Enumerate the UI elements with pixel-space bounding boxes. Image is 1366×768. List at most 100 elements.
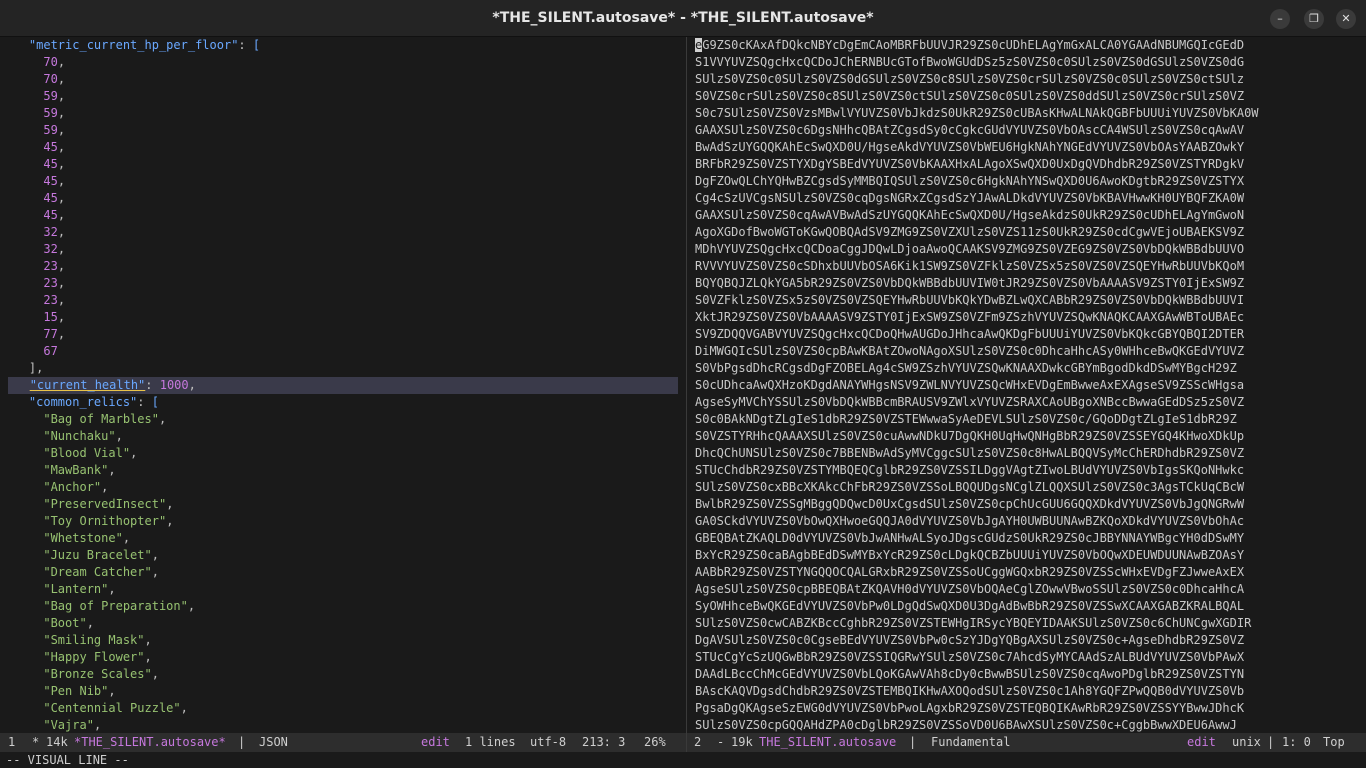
raw-line[interactable]: S0c0BAkNDgtZLgIeS1dbR29ZS0VZSTEWwwaSyAeD… (695, 411, 1366, 428)
raw-line[interactable]: S1VVYUVZSQgcHxcQCDoJChERNBUcGTofBwoWGUdD… (695, 54, 1366, 71)
raw-text: DiMWGQIcSUlzS0VZS0cpBAwKBAtZOwoNAgoXSUlz… (695, 344, 1245, 358)
json-punctuation: , (57, 327, 66, 341)
json-bracket: [ (252, 38, 261, 52)
json-line[interactable]: "Blood Vial", (0, 445, 686, 462)
raw-line[interactable]: AgseSUlzS0VZS0cpBBEQBAtZKQAVH0dVYUVZS0Vb… (695, 581, 1366, 598)
json-line[interactable]: 23, (0, 292, 686, 309)
json-editor-pane[interactable]: "metric_current_hp_per_floor": [ 70, 70,… (0, 37, 686, 733)
json-line[interactable]: 70, (0, 71, 686, 88)
json-line[interactable]: 32, (0, 224, 686, 241)
json-line[interactable]: ], (0, 360, 686, 377)
json-line[interactable]: "Dream Catcher", (0, 564, 686, 581)
json-line[interactable]: "MawBank", (0, 462, 686, 479)
raw-line[interactable]: PgsaDgQKAgseSzEWG0dVYUVZS0VbPwoLAgxbR29Z… (695, 700, 1366, 717)
raw-line[interactable]: DAAdLBccChMcGEdVYUVZS0VbLQoKGAwVAh8cDy0c… (695, 666, 1366, 683)
raw-line[interactable]: MDhVYUVZSQgcHxcQCDoaCggJDQwLDjoaAwoQCAAK… (695, 241, 1366, 258)
raw-line[interactable]: GA0SCkdVYUVZS0VbOwQXHwoeGQQJA0dVYUVZS0Vb… (695, 513, 1366, 530)
raw-line[interactable]: DhcQChUNSUlzS0VZS0c7BBENBwAdSyMVCggcSUlz… (695, 445, 1366, 462)
buffer-name[interactable]: THE_SILENT.autosave (759, 733, 896, 752)
close-button[interactable]: ✕ (1336, 9, 1356, 29)
raw-line[interactable]: SUlzS0VZS0cpGQQAHdZPA0cDglbR29ZS0VZSSoVD… (695, 717, 1366, 733)
raw-line[interactable]: SV9ZDQQVGABVYUVZSQgcHxcQCDoQHwAUGDoJHhca… (695, 326, 1366, 343)
raw-line[interactable]: BwAdSzUYGQQKAhEcSwQXD0U/HgseAkdVYUVZS0Vb… (695, 139, 1366, 156)
json-line[interactable]: "common_relics": [ (0, 394, 686, 411)
json-line[interactable]: 15, (0, 309, 686, 326)
json-line[interactable]: "Happy Flower", (0, 649, 686, 666)
raw-line[interactable]: AgoXGDofBwoWGToKGwQOBQAdSV9ZMG9ZS0VZXUlz… (695, 224, 1366, 241)
raw-line[interactable]: SyOWHhceBwQKGEdVYUVZS0VbPw0LDgQdSwQXD0U3… (695, 598, 1366, 615)
raw-line[interactable]: STUcCgYcSzUQGwBbR29ZS0VZSSIQGRwYSUlzS0VZ… (695, 649, 1366, 666)
raw-line[interactable]: S0c7SUlzS0VZS0VzsMBwlVYUVZS0VbJkdzS0UkR2… (695, 105, 1366, 122)
raw-line[interactable]: STUcChdbR29ZS0VZSTYMBQEQCglbR29ZS0VZSSIL… (695, 462, 1366, 479)
json-line[interactable]: 45, (0, 139, 686, 156)
raw-text: S0VbPgsdDhcRCgsdDgFZOBELAg4cSW9ZSzhVYUVZ… (695, 361, 1237, 375)
json-line[interactable]: "Bag of Preparation", (0, 598, 686, 615)
raw-line[interactable]: S0cUDhcaAwQXHzoKDgdANAYWHgsNSV9ZWLNVYUVZ… (695, 377, 1366, 394)
json-line[interactable]: 59, (0, 105, 686, 122)
raw-line[interactable]: BAscKAQVDgsdChdbR29ZS0VZSTEMBQIKHwAXOQod… (695, 683, 1366, 700)
json-line[interactable]: "Lantern", (0, 581, 686, 598)
json-line[interactable]: 77, (0, 326, 686, 343)
buffer-name[interactable]: *THE_SILENT.autosave* (74, 733, 226, 752)
raw-line[interactable]: AgseSyMVChYSSUlzS0VbDQkWBBcmBRAUSV9ZWlxV… (695, 394, 1366, 411)
raw-line[interactable]: AABbR29ZS0VZSTYNGQQOCQALGRxbR29ZS0VZSSoU… (695, 564, 1366, 581)
maximize-button[interactable]: ❐ (1304, 9, 1324, 29)
raw-line[interactable]: S0VbPgsdDhcRCgsdDgFZOBELAg4cSW9ZSzhVYUVZ… (695, 360, 1366, 377)
json-line[interactable]: 67 (0, 343, 686, 360)
json-line[interactable]: "Smiling Mask", (0, 632, 686, 649)
json-line[interactable]: "Centennial Puzzle", (0, 700, 686, 717)
raw-line[interactable]: DgFZOwQLChYQHwBZCgsdSyMMBQIQSUlzS0VZS0c6… (695, 173, 1366, 190)
json-line[interactable]: 32, (0, 241, 686, 258)
json-line[interactable]: "Vajra", (0, 717, 686, 733)
raw-line[interactable]: XktJR29ZS0VZS0VbAAAASV9ZSTY0IjExSW9ZS0VZ… (695, 309, 1366, 326)
json-line[interactable]: 59, (0, 88, 686, 105)
major-mode[interactable]: Fundamental (931, 733, 1010, 752)
raw-line[interactable]: GBEQBAtZKAQLD0dVYUVZS0VbJwANHwALSyoJDgsc… (695, 530, 1366, 547)
raw-line[interactable]: S0VZFklzS0VZSx5zS0VZS0VZSQEYHwRbUUVbKQkY… (695, 292, 1366, 309)
encoding[interactable]: utf-8 (530, 733, 566, 752)
json-line[interactable]: 45, (0, 156, 686, 173)
json-line[interactable]: "Toy Ornithopter", (0, 513, 686, 530)
json-line[interactable]: "PreservedInsect", (0, 496, 686, 513)
json-line[interactable]: 23, (0, 275, 686, 292)
json-line[interactable]: 45, (0, 190, 686, 207)
raw-line[interactable]: SUlzS0VZS0c0SUlzS0VZS0dGSUlzS0VZS0c8SUlz… (695, 71, 1366, 88)
raw-line[interactable]: S0VZSTYRHhcQAAAXSUlzS0VZS0cuAwwNDkU7DgQK… (695, 428, 1366, 445)
raw-line[interactable]: S0VZS0crSUlzS0VZS0c8SUlzS0VZS0ctSUlzS0VZ… (695, 88, 1366, 105)
raw-text: DgFZOwQLChYQHwBZCgsdSyMMBQIQSUlzS0VZS0c6… (695, 174, 1245, 188)
raw-line[interactable]: BxYcR29ZS0caBAgbBEdDSwMYBxYcR29ZS0cLDgkQ… (695, 547, 1366, 564)
json-line[interactable]: 45, (0, 173, 686, 190)
json-line[interactable]: "metric_current_hp_per_floor": [ (0, 37, 686, 54)
json-line[interactable]: "Nunchaku", (0, 428, 686, 445)
json-line[interactable]: "Bag of Marbles", (0, 411, 686, 428)
json-line[interactable]: "Bronze Scales", (0, 666, 686, 683)
raw-text: S0c7SUlzS0VZS0VzsMBwlVYUVZS0VbJkdzS0UkR2… (695, 106, 1259, 120)
raw-line[interactable]: BwlbR29ZS0VZSSgMBggQDQwcD0UxCgsdSUlzS0VZ… (695, 496, 1366, 513)
raw-line[interactable]: BRFbR29ZS0VZSTYXDgYSBEdVYUVZS0VbKAAXHxAL… (695, 156, 1366, 173)
json-line[interactable]: "Boot", (0, 615, 686, 632)
json-punctuation: , (57, 310, 66, 324)
json-line[interactable]: "Anchor", (0, 479, 686, 496)
raw-line[interactable]: GAAXSUlzS0VZS0cqAwAVBwAdSzUYGQQKAhEcSwQX… (695, 207, 1366, 224)
json-line[interactable]: "current_health": 1000, (8, 377, 678, 394)
minimize-button[interactable]: – (1270, 9, 1290, 29)
json-line[interactable]: 23, (0, 258, 686, 275)
raw-line[interactable]: GAAXSUlzS0VZS0c6DgsNHhcQBAtZCgsdSy0cCgkc… (695, 122, 1366, 139)
json-line[interactable]: "Pen Nib", (0, 683, 686, 700)
raw-line[interactable]: BQYQBQJZLQkYGA5bR29ZS0VZS0VbDQkWBBdbUUVI… (695, 275, 1366, 292)
json-line[interactable]: 70, (0, 54, 686, 71)
json-line[interactable]: 59, (0, 122, 686, 139)
raw-line[interactable]: RVVVYUVZS0VZS0cSDhxbUUVbOSA6Kik1SW9ZS0VZ… (695, 258, 1366, 275)
raw-line[interactable]: SUlzS0VZS0cwCABZKBccCghbR29ZS0VZSTEWHgIR… (695, 615, 1366, 632)
major-mode[interactable]: JSON (259, 733, 288, 752)
json-line[interactable]: "Juzu Bracelet", (0, 547, 686, 564)
raw-editor-pane[interactable]: eG9ZS0cKAxAfDQkcNBYcDgEmCAoMBRFbUUVJR29Z… (687, 37, 1366, 733)
raw-line[interactable]: Cg4cSzUVCgsNSUlzS0VZS0cqDgsNGRxZCgsdSzYJ… (695, 190, 1366, 207)
json-line[interactable]: "Whetstone", (0, 530, 686, 547)
raw-line[interactable]: SUlzS0VZS0cxBBcXKAkcChFbR29ZS0VZSSoLBQQU… (695, 479, 1366, 496)
json-line[interactable]: 45, (0, 207, 686, 224)
raw-line[interactable]: eG9ZS0cKAxAfDQkcNBYcDgEmCAoMBRFbUUVJR29Z… (695, 37, 1366, 54)
raw-line[interactable]: DiMWGQIcSUlzS0VZS0cpBAwKBAtZOwoNAgoXSUlz… (695, 343, 1366, 360)
eol-type[interactable]: unix (1232, 733, 1261, 752)
raw-line[interactable]: DgAVSUlzS0VZS0c0CgseBEdVYUVZS0VbPw0cSzYJ… (695, 632, 1366, 649)
